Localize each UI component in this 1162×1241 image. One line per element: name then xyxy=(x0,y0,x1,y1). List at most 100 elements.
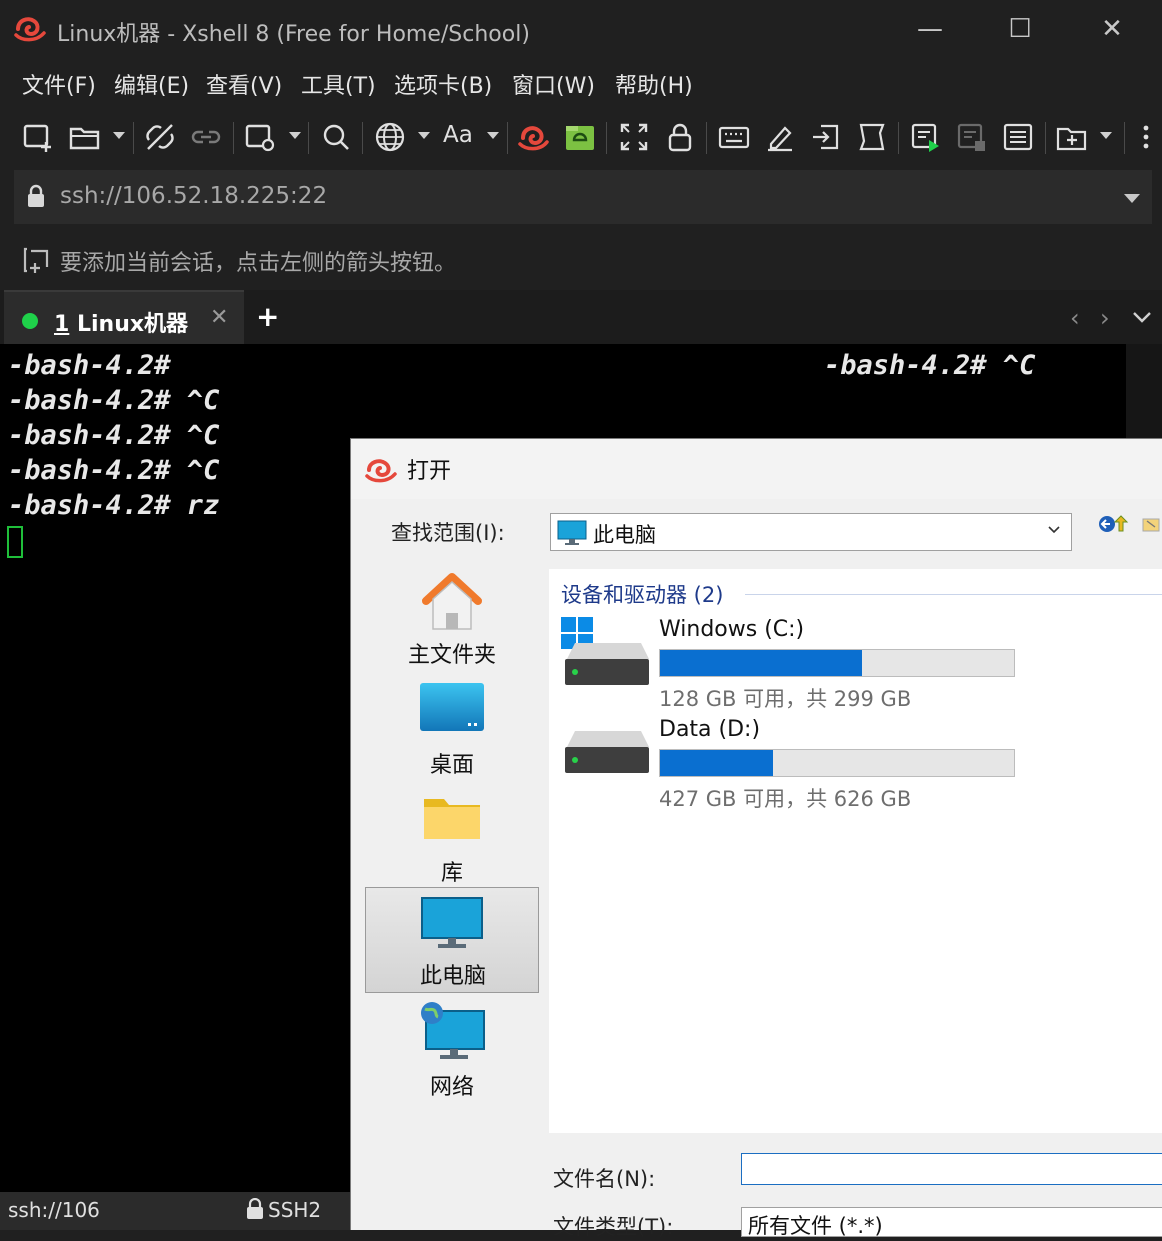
group-divider xyxy=(745,594,1162,595)
close-button[interactable]: ✕ xyxy=(1092,12,1132,46)
new-tab-button[interactable]: + xyxy=(256,300,279,333)
terminal-scrollbar[interactable] xyxy=(1126,344,1162,444)
address-input[interactable]: ssh://106.52.18.225:22 xyxy=(60,183,327,209)
menu-tools[interactable]: 工具(T) xyxy=(301,68,376,100)
place-network[interactable]: 网络 xyxy=(365,999,539,1105)
tab-label: 1 Linux机器 xyxy=(54,312,189,337)
drive-free-space: 427 GB 可用，共 626 GB xyxy=(659,787,912,811)
globe-icon[interactable] xyxy=(373,120,407,154)
fullscreen-icon[interactable] xyxy=(617,120,651,154)
tab-prev-icon[interactable]: ‹ xyxy=(1070,304,1080,332)
filetype-label: 文件类型(T): xyxy=(553,1215,674,1239)
link-icon[interactable] xyxy=(189,120,223,154)
place-label: 桌面 xyxy=(429,753,474,778)
add-tab-icon[interactable] xyxy=(1055,120,1089,154)
new-session-icon[interactable] xyxy=(22,120,56,154)
menu-help[interactable]: 帮助(H) xyxy=(615,68,693,100)
font-dropdown-icon[interactable] xyxy=(487,132,499,139)
place-label: 网络 xyxy=(429,1075,474,1100)
title-bar: Linux机器 - Xshell 8 (Free for Home/School… xyxy=(0,0,1162,58)
filetype-value: 所有文件 (*.*) xyxy=(748,1214,883,1237)
globe-dropdown-icon[interactable] xyxy=(418,132,430,139)
xshell-logo-icon[interactable] xyxy=(516,120,550,154)
open-folder-icon[interactable] xyxy=(68,120,102,154)
session-settings-icon[interactable] xyxy=(244,120,278,154)
transfer-icon[interactable] xyxy=(809,120,843,154)
lock-icon xyxy=(28,184,44,207)
network-icon xyxy=(421,1002,485,1059)
toolbar: Aa xyxy=(0,108,1162,168)
xshell-logo-icon xyxy=(14,17,46,42)
search-icon[interactable] xyxy=(319,120,353,154)
terminal-cursor xyxy=(7,526,23,558)
drive-d[interactable]: Data (D:) 427 GB 可用，共 626 GB xyxy=(561,717,1161,813)
place-desktop[interactable]: 桌面 xyxy=(365,677,539,783)
look-in-value: 此电脑 xyxy=(593,523,656,547)
place-home[interactable]: 主文件夹 xyxy=(365,567,539,673)
compose-icon[interactable] xyxy=(909,120,943,154)
folder-icon xyxy=(424,799,480,839)
windows-drive-icon xyxy=(561,617,649,685)
drive-usage-bar xyxy=(659,649,1015,677)
tab-linux[interactable]: 1 Linux机器 ✕ xyxy=(4,290,244,344)
menu-file[interactable]: 文件(F) xyxy=(22,68,96,100)
look-in-select[interactable]: 此电脑 xyxy=(550,513,1072,551)
file-list-pane[interactable]: 设备和驱动器 (2) Windows (C:) 128 GB 可用，共 299 … xyxy=(549,569,1162,1133)
place-this-pc[interactable]: 此电脑 xyxy=(365,887,539,993)
open-dropdown-icon[interactable] xyxy=(113,132,125,139)
minimize-button[interactable]: — xyxy=(910,12,950,46)
group-header: 设备和驱动器 (2) xyxy=(561,583,724,607)
lock-icon[interactable] xyxy=(663,120,697,154)
filename-label: 文件名(N): xyxy=(553,1167,656,1191)
tab-next-icon[interactable]: › xyxy=(1100,304,1110,332)
xftp-icon[interactable] xyxy=(563,120,597,154)
script-icon[interactable] xyxy=(855,120,889,154)
filename-input[interactable] xyxy=(741,1153,1162,1185)
menu-window[interactable]: 窗口(W) xyxy=(512,68,595,100)
font-icon[interactable]: Aa xyxy=(443,120,477,154)
places-sidebar: 主文件夹 桌面 库 此电脑 网络 xyxy=(365,567,539,1187)
toolbar-separator xyxy=(1045,122,1046,154)
notes-icon[interactable] xyxy=(1001,120,1035,154)
dialog-title-bar: 打开 xyxy=(351,439,1162,499)
place-label: 此电脑 xyxy=(419,964,486,989)
address-dropdown-icon[interactable] xyxy=(1124,194,1140,203)
drive-c[interactable]: Windows (C:) 128 GB 可用，共 299 GB xyxy=(561,617,1161,713)
place-libraries[interactable]: 库 xyxy=(365,785,539,891)
terminal-line: -bash-4.2# ^C xyxy=(8,420,220,451)
tab-bar: 1 Linux机器 ✕ + ‹ › xyxy=(0,290,1162,344)
drive-usage-bar xyxy=(659,749,1015,777)
filetype-select[interactable]: 所有文件 (*.*) xyxy=(741,1207,1162,1237)
tab-close-icon[interactable]: ✕ xyxy=(210,305,228,330)
xshell-window: Linux机器 - Xshell 8 (Free for Home/School… xyxy=(0,0,1162,1239)
menu-view[interactable]: 查看(V) xyxy=(206,68,282,100)
drive-usage-fill xyxy=(660,650,863,676)
add-session-arrow-icon[interactable] xyxy=(22,246,50,274)
dialog-nav-icons[interactable] xyxy=(1097,515,1162,537)
drive-free-space: 128 GB 可用，共 299 GB xyxy=(659,687,912,711)
toolbar-separator xyxy=(1124,122,1125,154)
hint-text: 要添加当前会话，点击左侧的箭头按钮。 xyxy=(60,251,457,276)
hard-drive-icon xyxy=(565,731,649,773)
status-dot-icon xyxy=(22,313,38,329)
place-label: 主文件夹 xyxy=(407,643,496,668)
maximize-button[interactable]: ☐ xyxy=(1000,12,1040,46)
highlight-icon[interactable] xyxy=(763,120,797,154)
toolbar-separator xyxy=(362,122,363,154)
add-tab-dropdown-icon[interactable] xyxy=(1100,132,1112,139)
toolbar-separator xyxy=(606,122,607,154)
status-bar: ssh://106 SSH2 xyxy=(0,1192,350,1230)
drive-name: Windows (C:) xyxy=(659,617,805,642)
tab-menu-icon[interactable] xyxy=(1132,310,1152,324)
more-icon[interactable] xyxy=(1136,120,1156,154)
window-title: Linux机器 - Xshell 8 (Free for Home/School… xyxy=(57,22,530,47)
address-bar[interactable]: ssh://106.52.18.225:22 xyxy=(14,170,1152,224)
menu-bar: 文件(F) 编辑(E) 查看(V) 工具(T) 选项卡(B) 窗口(W) 帮助(… xyxy=(0,58,1162,108)
menu-edit[interactable]: 编辑(E) xyxy=(114,68,189,100)
session-hint-bar: 要添加当前会话，点击左侧的箭头按钮。 xyxy=(0,232,1162,284)
keyboard-icon[interactable] xyxy=(717,120,751,154)
menu-tabs[interactable]: 选项卡(B) xyxy=(394,68,492,100)
settings-dropdown-icon[interactable] xyxy=(289,132,301,139)
disconnect-icon[interactable] xyxy=(143,120,177,154)
drive-usage-fill xyxy=(660,750,773,776)
